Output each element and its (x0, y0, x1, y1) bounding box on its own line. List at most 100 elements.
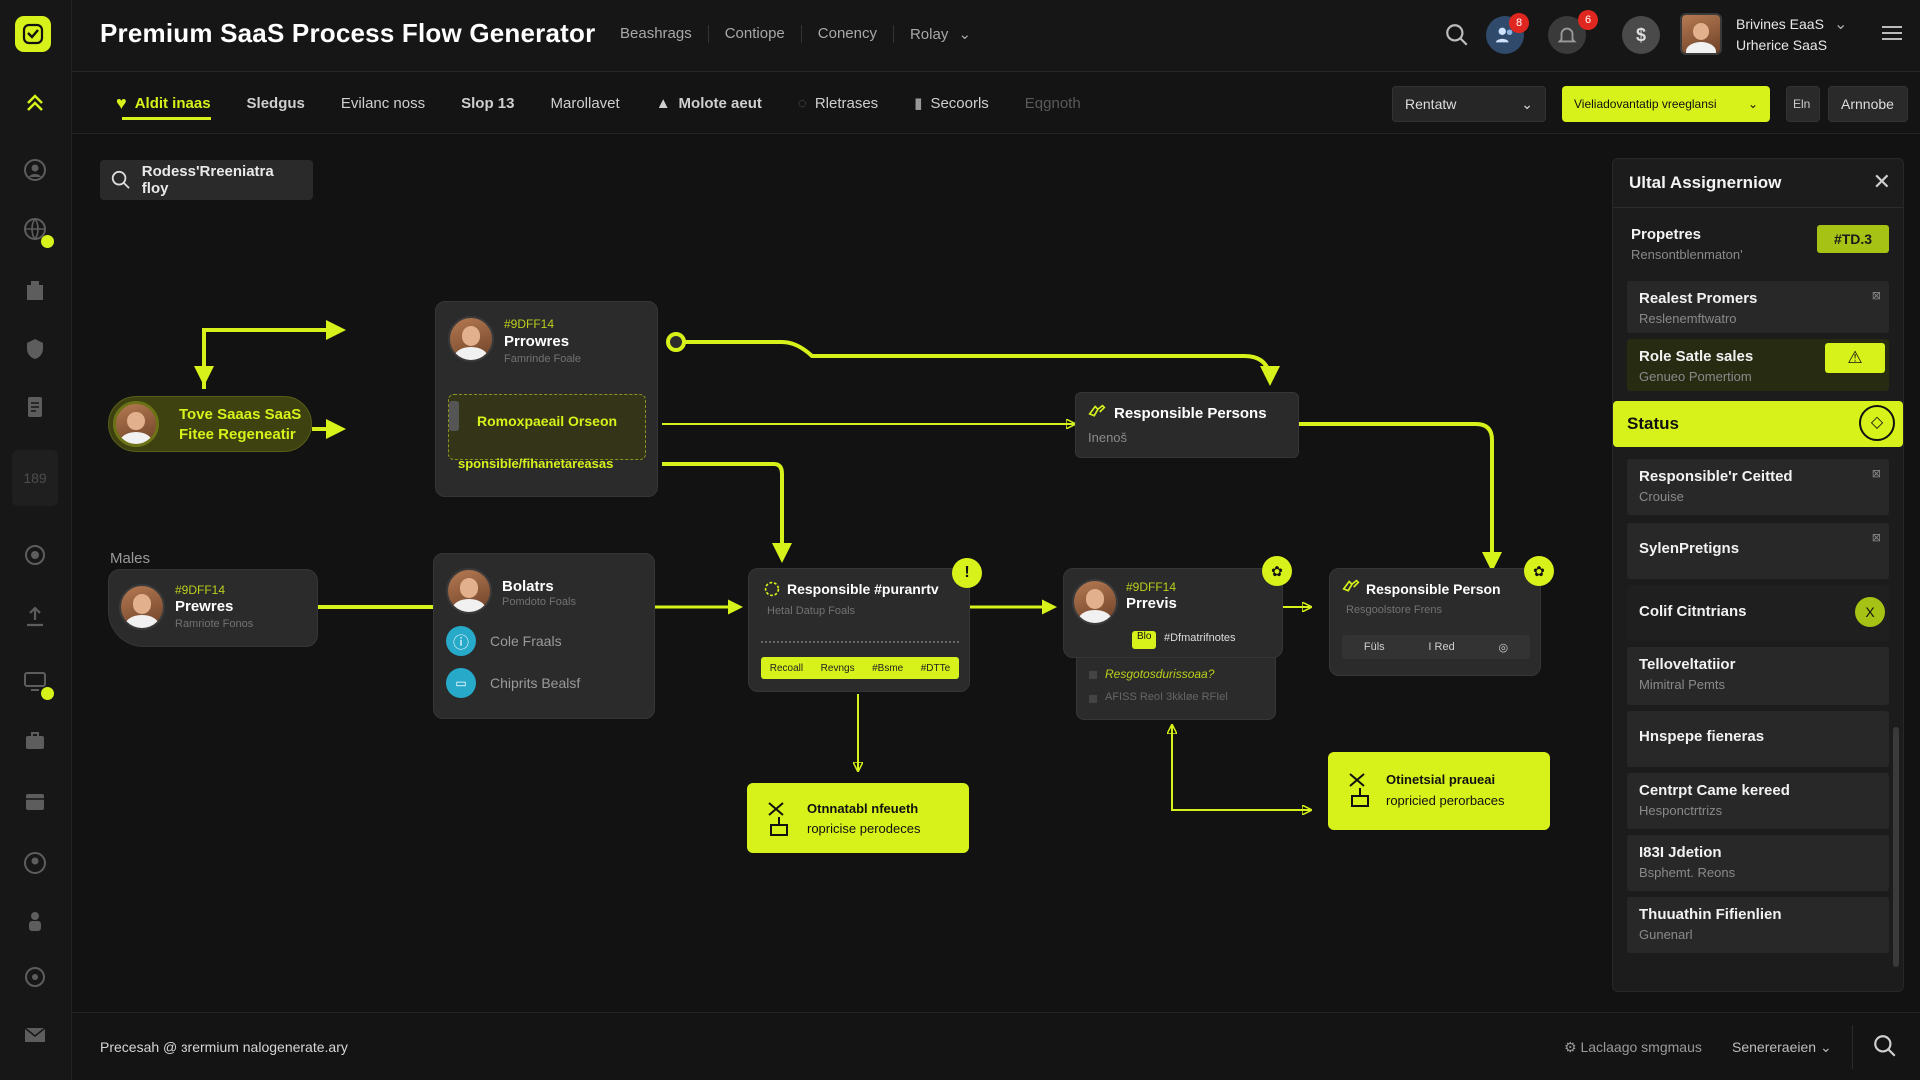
billing-button[interactable]: $ (1622, 16, 1660, 54)
remove-icon[interactable]: ⊠ (1872, 531, 1881, 544)
flow-canvas: Rodess'Rreeniatra floy Tove Saaas SaaS F… (72, 134, 1612, 1012)
sidebar-item-target[interactable] (20, 540, 50, 570)
tab-3[interactable]: Evilanc noss (323, 72, 443, 134)
team-notifications-button[interactable]: 8 (1486, 13, 1529, 54)
sidebar-item-profile[interactable] (20, 155, 50, 185)
filter-dropdown[interactable]: Rentatw ⌄ (1392, 86, 1546, 122)
panel-item[interactable]: Colif Citntrians X (1627, 585, 1889, 641)
output-node-left[interactable]: Otnnatabl nfeueth ropricise perodeces (747, 783, 969, 853)
sidebar-item-calendar[interactable] (20, 786, 50, 816)
sidebar-item-settings[interactable] (20, 962, 50, 992)
topnav-item-2[interactable]: Contiope (707, 25, 801, 43)
node-males[interactable]: #9DFF14 Prewres Ramriote Fonos (108, 569, 318, 647)
circle-check-icon: ◌ (797, 94, 807, 112)
tab-6[interactable]: ▲ Molote aeut (638, 72, 780, 134)
small-button[interactable]: Eln (1786, 86, 1820, 122)
sidebar-item-user[interactable] (20, 848, 50, 878)
status-bar[interactable]: Status ◇ (1613, 401, 1903, 447)
tab-label: Rletrases (814, 94, 879, 112)
topnav-item-4[interactable]: Rolay ⌄ (892, 25, 987, 43)
sidebar-item-building[interactable] (20, 276, 50, 306)
chevron-down-icon[interactable]: ⌄ (1834, 14, 1847, 34)
checkbox[interactable] (1089, 671, 1097, 679)
chip[interactable]: #DTTe (921, 663, 950, 674)
panel-item[interactable]: Telloveltatiior Mimitral Pemts (1627, 647, 1889, 705)
node-hex: #9DFF14 (175, 583, 226, 597)
panel-row-role[interactable]: Role Satle sales Genueo Pomertiom ⚠ (1627, 339, 1889, 391)
sidebar-item-security[interactable] (20, 334, 50, 364)
user-avatar[interactable] (1680, 13, 1722, 55)
process-icon (768, 802, 788, 836)
tab-label: Molote aeut (678, 94, 762, 112)
start-handle[interactable] (666, 332, 686, 352)
panel-item[interactable]: Thuuathin Fifienlien Gunenarl (1627, 897, 1889, 953)
sidebar-item-home[interactable] (20, 88, 50, 118)
sidebar-item-documents[interactable] (20, 392, 50, 422)
notifications-button[interactable]: 6 (1548, 10, 1598, 54)
sidebar-item-mail[interactable] (20, 1020, 50, 1050)
sidebar-item-bag[interactable] (20, 726, 50, 756)
node-person2[interactable]: #9DFF14 Prrevis Blo #Dfmatrifnotes (1063, 568, 1283, 658)
tab-8[interactable]: ▮ Secoorls (896, 72, 1007, 134)
action-button[interactable]: Arnnobe (1828, 86, 1908, 122)
settings-icon[interactable]: ✿ (1262, 556, 1292, 586)
user-name[interactable]: Brivines EaaS (1736, 16, 1824, 32)
node-bolatrs[interactable]: Bolatrs Pomdoto Foals ⓘ Cole Fraals ▭ Ch… (433, 553, 655, 719)
drag-handle[interactable] (449, 401, 459, 431)
footer-status[interactable]: ⚙ Laclaago smgmaus (1564, 1039, 1702, 1056)
panel-item[interactable]: Hnspepe fieneras (1627, 711, 1889, 767)
checkbox[interactable] (1089, 695, 1097, 703)
sidebar-counter[interactable]: 189 (12, 450, 58, 506)
close-icon[interactable]: X (1855, 597, 1885, 627)
panel-item[interactable]: I83I Jdetion Bsphemt. Reons (1627, 835, 1889, 891)
panel-row[interactable]: Realest Promers Reslenemftwatro ⊠ (1627, 281, 1889, 333)
chip[interactable]: Füls (1364, 641, 1385, 653)
alert-icon[interactable]: ! (952, 558, 982, 588)
scrollbar[interactable] (1893, 727, 1899, 967)
chevrons-up-icon (27, 94, 43, 111)
tab-2[interactable]: Sledgus (229, 72, 323, 134)
sidebar-item-team[interactable] (20, 906, 50, 936)
app-logo[interactable] (15, 16, 51, 52)
remove-icon[interactable]: ⊠ (1872, 467, 1881, 480)
chip[interactable]: I Red (1428, 641, 1454, 653)
tab-1[interactable]: ♥ Aldit inaas (98, 72, 229, 134)
warning-icon[interactable]: ⚠ (1825, 343, 1885, 373)
node-right[interactable]: Responsible Person Resgoolstore Frens Fü… (1329, 568, 1541, 676)
node-sub: Resgoolstore Frens (1346, 604, 1442, 616)
panel-item[interactable]: Responsible'r Ceitted Crouise ⊠ (1627, 459, 1889, 515)
sidebar-item-upload[interactable] (20, 602, 50, 632)
node-top[interactable]: #9DFF14 Prrowres Famrinde Foale Romoxpae… (435, 301, 658, 497)
node-highlight[interactable]: Romoxpaeail Orseon (448, 394, 646, 460)
tab-4[interactable]: Slop 13 (443, 72, 532, 134)
footer-dropdown[interactable]: Senereraeien ⌄ (1732, 1039, 1832, 1056)
sidebar-item-monitor[interactable] (20, 666, 54, 700)
start-node[interactable]: Tove Saaas SaaS Fitee Regeneatir (108, 396, 312, 452)
chip[interactable]: ◎ (1498, 641, 1508, 654)
node-center[interactable]: Responsible #puranrtv Hetal Datup Foals … (748, 568, 970, 692)
panel-item-sub: Mimitral Pemts (1639, 677, 1725, 692)
search-icon[interactable] (1872, 1033, 1898, 1064)
remove-icon[interactable]: ⊠ (1872, 289, 1881, 302)
sidebar-item-network[interactable] (20, 214, 54, 248)
panel-item[interactable]: Centrpt Came kereed Hesponctrtrizs (1627, 773, 1889, 829)
settings-icon[interactable]: ✿ (1524, 556, 1554, 586)
view-dropdown[interactable]: Vieliadovantatip vreeglansi ⌄ (1562, 86, 1770, 122)
node-responsible-persons[interactable]: Responsible Persons Inenoš (1075, 392, 1299, 458)
panel-item[interactable]: SylenPretigns ⊠ (1627, 523, 1889, 579)
tab-7[interactable]: ◌ Rletrases (780, 72, 896, 134)
topnav-item-1[interactable]: Beashrags (604, 25, 708, 43)
chip[interactable]: Recoall (770, 663, 803, 674)
chip[interactable]: Revngs (821, 663, 855, 674)
tab-9[interactable]: Eqgnoth (1007, 72, 1099, 134)
chip[interactable]: #Bsme (872, 663, 903, 674)
properties-row[interactable]: Propetres Rensontblenmaton' #TD.3 (1627, 217, 1889, 269)
menu-icon[interactable] (1882, 26, 1902, 40)
close-icon[interactable]: ✕ (1873, 169, 1891, 195)
topnav-item-3[interactable]: Conency (800, 25, 893, 43)
output-node-right[interactable]: Otinetsial praueai ropricied perorbaces (1328, 752, 1550, 830)
node-avatar (119, 584, 165, 630)
search-icon[interactable] (1438, 16, 1476, 54)
tab-5[interactable]: Marollavet (532, 72, 637, 134)
diamond-icon[interactable]: ◇ (1859, 405, 1895, 441)
